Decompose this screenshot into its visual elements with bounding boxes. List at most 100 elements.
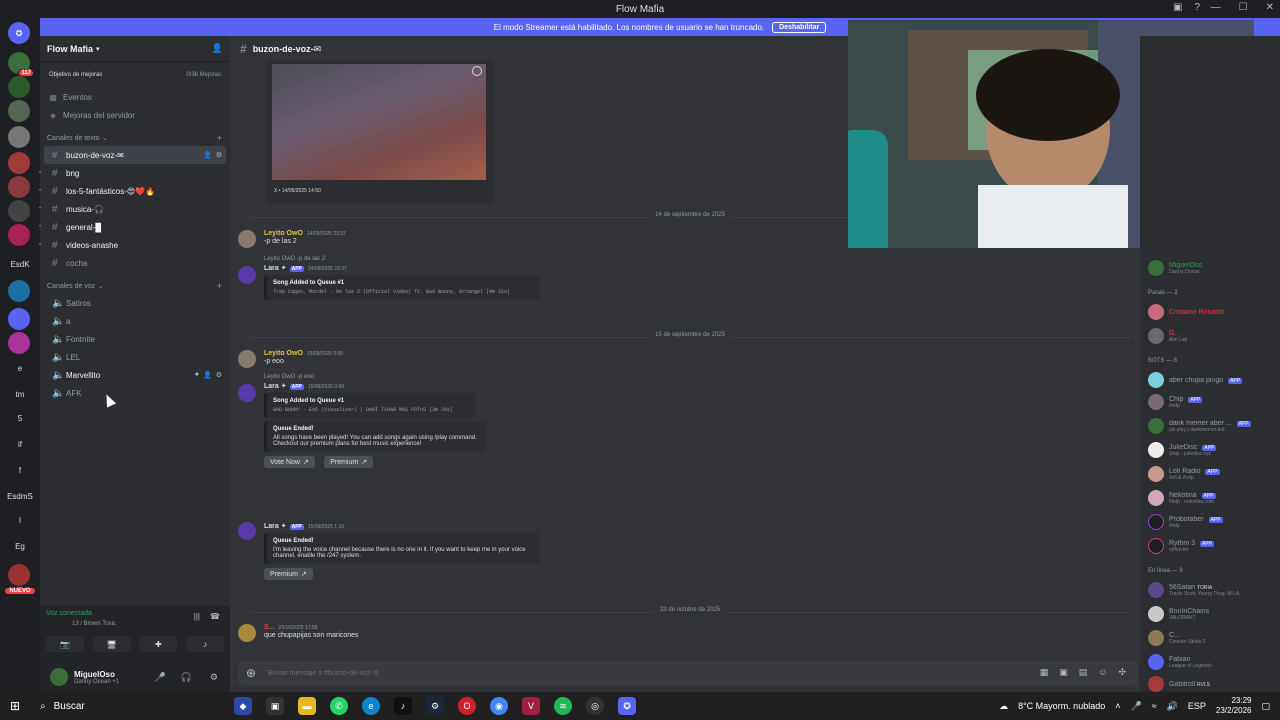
channel-item[interactable]: • # musica-🎧 [39,200,226,218]
server-icon[interactable] [8,564,30,586]
whatsapp-icon[interactable]: ✆ [330,697,348,715]
member-item[interactable]: Rythm 3 APP rythm.fm [1148,536,1278,556]
avatar[interactable] [1148,260,1164,276]
sticker-icon[interactable]: ▤ [1079,667,1088,678]
store-icon[interactable]: ▣ [266,697,284,715]
activities-button[interactable]: ✚ [139,636,178,652]
avatar[interactable] [238,384,256,402]
author-name[interactable]: Lara ✦ [264,265,287,272]
member-item[interactable]: C... Counter-Strike 2 [1148,628,1278,648]
minimize-button[interactable]: — [1211,2,1221,13]
channel-item[interactable]: # buzon-de-voz-✉ 👤 ⚙ [44,146,226,164]
reply-reference[interactable]: Leyito OwO -p eoo [264,374,864,380]
avatar[interactable] [1148,676,1164,692]
avatar[interactable] [238,350,256,368]
member-item[interactable]: Probotaber APP/help [1148,512,1278,532]
avatar[interactable] [1148,538,1164,554]
avatar[interactable] [50,668,68,686]
notifications-icon[interactable]: ▢ [1261,701,1270,712]
member-item[interactable]: 56Satan TORIA Travis Scott, Young Thug, M… [1148,580,1278,600]
close-button[interactable]: ✕ [1266,2,1274,13]
avatar[interactable] [1148,442,1164,458]
user-panel[interactable]: MiguelOso Danny Ocean +1 🎤 🎧 ⚙ [40,662,230,692]
weather-text[interactable]: 8°C Mayorm. nublado [1018,701,1105,711]
chrome-icon[interactable]: ◉ [490,697,508,715]
server-icon[interactable] [8,224,30,246]
text-category[interactable]: Canales de texto ⌄ + [40,130,230,146]
composer-placeholder[interactable]: Enviar mensaje a #buzon-de-voz-✉ [268,669,379,677]
member-item[interactable]: Lofi Radio APP/lofi & /help [1148,464,1278,484]
discord-home-icon[interactable]: ✪ [8,22,30,44]
avatar[interactable] [238,624,256,642]
volume-icon[interactable]: 🔊 [1167,701,1178,712]
reply-reference[interactable]: Leyito OwO -p de las 2 [264,256,864,262]
message-composer[interactable]: ⊕ Enviar mensaje a #buzon-de-voz-✉ ▦ ▣ ▤… [238,661,1138,685]
boost-goal[interactable]: Objetivo de mejoras 0/36 Mejoras [45,68,225,82]
avatar[interactable] [1148,328,1164,344]
clock[interactable]: 23:29 23/2/2026 [1216,696,1252,716]
server-icon[interactable] [8,280,30,302]
member-item[interactable]: Fabian League of Legends [1148,652,1278,672]
embed-image[interactable] [272,64,486,180]
channel-item[interactable]: • # general-█ [39,218,226,236]
server-text-icon[interactable]: f [0,466,40,475]
author-name[interactable]: Leyito OwO [264,230,303,237]
invite-icon[interactable]: 👤 [203,151,212,159]
gif-icon[interactable]: ▣ [1059,667,1068,678]
server-text-icon[interactable]: tm [0,390,40,399]
spotify-icon[interactable]: ≋ [554,697,572,715]
server-icon[interactable] [8,76,30,98]
server-icon[interactable] [8,200,30,222]
avatar[interactable] [1148,304,1164,320]
valorant-icon[interactable]: V [522,697,540,715]
server-boost-item[interactable]: ◈ Mejoras del servidor [40,106,230,124]
gear-icon[interactable]: ⚙ [216,151,222,159]
author-name[interactable]: S... [264,624,275,631]
headphones-icon[interactable]: 🎧 [181,672,192,683]
server-icon[interactable] [8,100,30,122]
server-header[interactable]: Flow Mafia ▾ 👤 [40,36,230,62]
server-text-icon[interactable]: Eg [0,542,40,551]
refresh-icon[interactable] [472,66,482,76]
discord-taskbar-icon[interactable]: ✪ [618,697,636,715]
server-icon[interactable] [8,308,30,330]
windows-start-icon[interactable]: ⊞ [0,699,30,713]
server-text-icon[interactable]: EsdmS [0,492,40,501]
member-item[interactable]: Nekotina APP !help · nekotina.com [1148,488,1278,508]
server-text-icon[interactable]: EsdK [0,260,40,269]
member-item[interactable]: G... Aim Lab [1148,326,1278,346]
voice-channel-item[interactable]: 🔈 a [44,312,226,330]
apps-icon[interactable]: ✣ [1118,667,1126,678]
server-icon[interactable] [8,152,30,174]
gift-icon[interactable]: ▦ [1040,667,1049,678]
chevron-up-icon[interactable]: ˄ [1115,701,1120,711]
screen-share-button[interactable]: 🖥 [92,636,131,652]
file-explorer-icon[interactable]: ▬ [298,697,316,715]
voice-channel-item[interactable]: 🔈 Fontnite [44,330,226,348]
channel-item[interactable]: • # los-5-fantásticos-😍❤️🔥 [39,182,226,200]
tiktok-icon[interactable]: ♪ [394,697,412,715]
events-item[interactable]: ▦ Eventos [40,88,230,106]
microphone-icon[interactable]: 🎤 [1130,701,1141,712]
member-item[interactable]: Gabitroll RVLS [1148,674,1278,694]
voice-channel-item[interactable]: 🔈 LEL [44,348,226,366]
author-name[interactable]: Lara ✦ [264,383,287,390]
author-name[interactable]: Leyito OwO [264,350,303,357]
copilot-icon[interactable]: ◆ [234,697,252,715]
disable-streamer-button[interactable]: Deshabilitar [772,21,827,33]
member-item[interactable]: BnnInChains VALORANT [1148,604,1278,624]
obs-icon[interactable]: ◎ [586,697,604,715]
microphone-icon[interactable]: 🎤 [155,672,166,683]
add-attachment-icon[interactable]: ⊕ [246,666,256,680]
add-channel-icon[interactable]: + [217,281,222,291]
premium-button[interactable]: Premium ↗ [324,456,374,468]
channel-item[interactable]: • # bng [39,164,226,182]
channel-item[interactable]: # cocha [44,254,226,272]
server-text-icon[interactable]: if [0,440,40,449]
wifi-icon[interactable]: ≈ [1152,701,1157,711]
taskbar-search[interactable]: ⌕ Buscar [30,692,220,720]
gear-icon[interactable]: ⚙ [210,672,218,683]
avatar[interactable] [238,230,256,248]
add-channel-icon[interactable]: + [217,133,222,143]
avatar[interactable] [1148,630,1164,646]
